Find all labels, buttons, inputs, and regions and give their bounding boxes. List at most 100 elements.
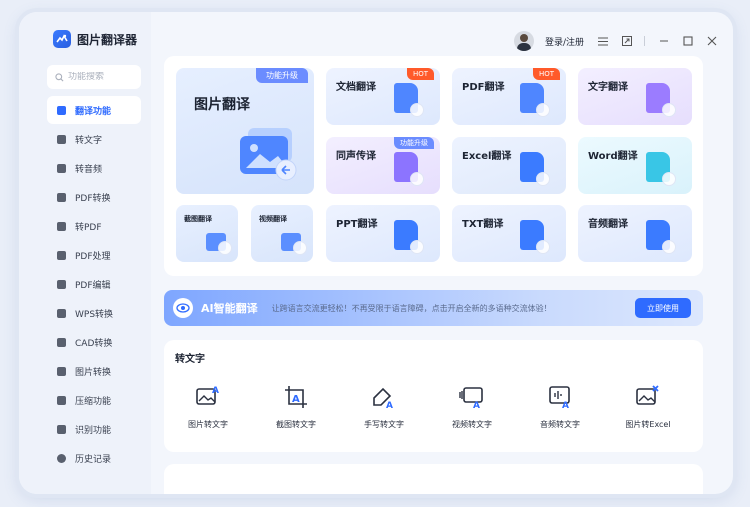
sidebar-item-cad-convert[interactable]: CAD转换 xyxy=(47,328,141,356)
svg-text:A: A xyxy=(473,401,480,410)
ai-eye-icon xyxy=(173,298,193,318)
audio-icon xyxy=(57,163,66,173)
tool-label: 视频转文字 xyxy=(452,420,492,429)
txt-translate-card[interactable]: TXT翻译 xyxy=(452,205,566,262)
word-translate-card[interactable]: Word翻译 xyxy=(578,137,692,194)
card-title: PDF翻译 xyxy=(462,82,505,93)
sidebar-item-recognize[interactable]: 识别功能 xyxy=(47,415,141,443)
image-icon xyxy=(57,366,66,376)
search-input[interactable] xyxy=(68,72,128,82)
card-title: 视频翻译 xyxy=(259,215,287,223)
tool-label: 图片转文字 xyxy=(188,420,228,429)
screenshot-translate-card[interactable]: 截图翻译 xyxy=(176,205,238,262)
card-title: TXT翻译 xyxy=(462,219,504,230)
sidebar-item-pdf-edit[interactable]: PDF编辑 xyxy=(47,270,141,298)
sidebar-item-label: CAD转换 xyxy=(75,338,113,349)
tool-label: 手写转文字 xyxy=(364,420,404,429)
sidebar-item-to-audio[interactable]: 转音频 xyxy=(47,154,141,182)
banner-description: 让跨语言交流更轻松！不再受限于语言障碍，点击开启全新的多语种交流体验！ xyxy=(271,303,552,313)
pdf-convert-icon xyxy=(57,192,66,202)
tool-label: 截图转文字 xyxy=(276,420,316,429)
sidebar-item-to-pdf[interactable]: 转PDF xyxy=(47,212,141,240)
ppt-translate-card[interactable]: PPT翻译 xyxy=(326,205,440,262)
document-icon xyxy=(394,83,424,117)
card-title: PPT翻译 xyxy=(336,219,378,230)
excel-translate-card[interactable]: Excel翻译 xyxy=(452,137,566,194)
maximize-icon[interactable] xyxy=(683,36,693,46)
svg-text:A: A xyxy=(292,394,300,405)
tool-list: A 图片转文字 A 截图转文字 A 手写转文字 A 视频转文字 A 音频转文字 … xyxy=(164,384,703,430)
wps-icon xyxy=(57,308,66,318)
sidebar-item-label: PDF编辑 xyxy=(75,280,111,291)
sidebar-item-history[interactable]: 历史记录 xyxy=(47,444,141,472)
handwriting-to-text-tool[interactable]: A 手写转文字 xyxy=(340,384,428,430)
pdf-process-icon xyxy=(57,250,66,260)
hot-badge: HOT xyxy=(406,68,434,80)
title-bar: 登录/注册 xyxy=(514,31,717,51)
card-title: 同声传译 xyxy=(336,151,376,162)
sidebar-item-pdf-process[interactable]: PDF处理 xyxy=(47,241,141,269)
pdf-edit-icon xyxy=(57,279,66,289)
to-pdf-icon xyxy=(57,221,66,231)
sidebar-item-wps-convert[interactable]: WPS转换 xyxy=(47,299,141,327)
simultaneous-interpret-card[interactable]: 功能升级 同声传译 xyxy=(326,137,440,194)
use-now-button[interactable]: 立即使用 xyxy=(635,298,691,318)
cad-icon xyxy=(57,337,66,347)
menu-icon[interactable] xyxy=(598,36,609,46)
sidebar-item-label: 识别功能 xyxy=(75,425,112,436)
sidebar-item-label: 历史记录 xyxy=(75,454,112,465)
close-icon[interactable] xyxy=(707,36,717,46)
image-translate-card[interactable]: 功能升级 图片翻译 xyxy=(176,68,314,194)
audio-wave-icon xyxy=(646,220,676,254)
pdf-translate-card[interactable]: HOT PDF翻译 xyxy=(452,68,566,125)
card-title: 文档翻译 xyxy=(336,82,376,93)
upgrade-badge: 功能升级 xyxy=(394,137,434,149)
image-photo-icon xyxy=(240,128,297,181)
text-translate-card[interactable]: 文字翻译 xyxy=(578,68,692,125)
banner-title: AI智能翻译 xyxy=(201,302,258,315)
avatar[interactable] xyxy=(514,31,534,51)
expand-icon[interactable] xyxy=(622,36,633,46)
excel-icon xyxy=(520,152,550,186)
upgrade-badge: 功能升级 xyxy=(256,68,308,83)
sidebar-item-image-convert[interactable]: 图片转换 xyxy=(47,357,141,385)
sidebar-item-compress[interactable]: 压缩功能 xyxy=(47,386,141,414)
audio-to-text-icon: A xyxy=(549,386,570,410)
login-link[interactable]: 登录/注册 xyxy=(545,35,584,48)
video-translate-card[interactable]: 视频翻译 xyxy=(251,205,313,262)
txt-icon xyxy=(520,220,550,254)
card-title: 音频翻译 xyxy=(588,219,628,230)
pdf-icon xyxy=(520,83,550,117)
tool-label: 图片转Excel xyxy=(625,420,671,429)
word-icon xyxy=(646,152,676,186)
sidebar-item-to-text[interactable]: 转文字 xyxy=(47,125,141,153)
audio-to-text-tool[interactable]: A 音频转文字 xyxy=(516,384,604,430)
sidebar-item-pdf-convert[interactable]: PDF转换 xyxy=(47,183,141,211)
image-to-text-icon: A xyxy=(196,386,219,405)
doc-translate-card[interactable]: HOT 文档翻译 xyxy=(326,68,440,125)
sidebar-item-translate[interactable]: 翻译功能 xyxy=(47,96,141,124)
minimize-icon[interactable] xyxy=(659,36,669,46)
screenshot-to-text-tool[interactable]: A 截图转文字 xyxy=(252,384,340,430)
to-text-section: 转文字 A 图片转文字 A 截图转文字 A 手写转文字 A 视频转文字 A 音频… xyxy=(164,340,703,452)
video-to-text-icon: A xyxy=(459,387,483,410)
card-title: Excel翻译 xyxy=(462,151,512,162)
brand: 图片翻译器 xyxy=(53,30,137,48)
translate-icon xyxy=(57,105,66,115)
image-to-text-tool[interactable]: A 图片转文字 xyxy=(164,384,252,430)
screenshot-to-text-icon: A xyxy=(285,386,307,408)
handwriting-to-text-icon: A xyxy=(373,387,393,410)
video-to-text-tool[interactable]: A 视频转文字 xyxy=(428,384,516,430)
sidebar: 图片翻译器 翻译功能 转文字 转音频 PDF转换 转PDF PDF处理 PDF编… xyxy=(19,12,151,494)
ai-translate-banner[interactable]: AI智能翻译 让跨语言交流更轻松！不再受限于语言障碍，点击开启全新的多语种交流体… xyxy=(164,290,703,326)
sidebar-item-label: 转文字 xyxy=(75,135,103,146)
hot-badge: HOT xyxy=(532,68,560,80)
next-section xyxy=(164,464,703,494)
search-box[interactable] xyxy=(47,65,141,89)
image-to-excel-tool[interactable]: 图片转Excel xyxy=(604,384,692,430)
image-to-excel-icon xyxy=(636,385,659,405)
screenshot-icon xyxy=(206,233,232,255)
app-name: 图片翻译器 xyxy=(77,32,138,47)
section-title: 转文字 xyxy=(175,354,205,365)
audio-translate-card[interactable]: 音频翻译 xyxy=(578,205,692,262)
